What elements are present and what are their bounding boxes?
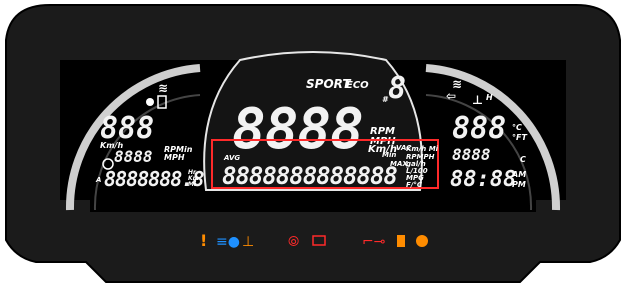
left-dot-indicator (146, 98, 154, 106)
check-engine-icon (416, 235, 428, 247)
right-c-label: °C (512, 123, 522, 132)
right-top-digits: 888 (452, 111, 506, 146)
info-row-digits: 8888888888888 (222, 162, 397, 190)
eco-mode-label: ECO (346, 80, 369, 91)
coolant-temp-icon: ⊥ (242, 234, 254, 250)
left-small-digits: 8888 (114, 147, 153, 166)
clock-digits: 88:88 (450, 167, 516, 192)
center-speed-digits: 8888 (232, 97, 363, 162)
clock-pm-label: PM (512, 180, 526, 189)
right-c-low-label: C (520, 155, 526, 164)
clock-am-label: AM (511, 170, 526, 179)
right-mid-digits: 8888 (452, 145, 491, 164)
min-label: Min (382, 151, 396, 159)
units-f-c: F/°C (406, 181, 423, 189)
right-arrow-icon: ⇦ (446, 89, 456, 103)
right-thermometer-icon: ⊥ (472, 93, 483, 107)
brake-icon: ⦾ (288, 234, 299, 250)
oil-pressure-icon: ⌐⊸ (362, 234, 385, 250)
warning-exclamation-icon: ! (200, 231, 207, 250)
left-a-label: A (95, 176, 101, 184)
odo-mi-label: Mi (188, 181, 197, 188)
units-kmh-mi: Km/h Mi (406, 145, 439, 153)
right-ft-label: °FT (512, 133, 527, 142)
avg-label: AVG (223, 154, 240, 162)
left-mph-label: MPH (164, 153, 185, 162)
sport-mode-label: SPORT (306, 77, 351, 91)
gear-digit: 8 (388, 71, 406, 106)
right-h-label: H (486, 93, 493, 102)
left-heat-icon: ≋ (158, 81, 168, 95)
high-beam-icon: ≡● (216, 234, 240, 250)
instrument-cluster: 8888 RPM MPH Km/h SPORT ECO 8 # AVG Min … (5, 4, 621, 283)
fuel-low-icon (397, 235, 405, 247)
